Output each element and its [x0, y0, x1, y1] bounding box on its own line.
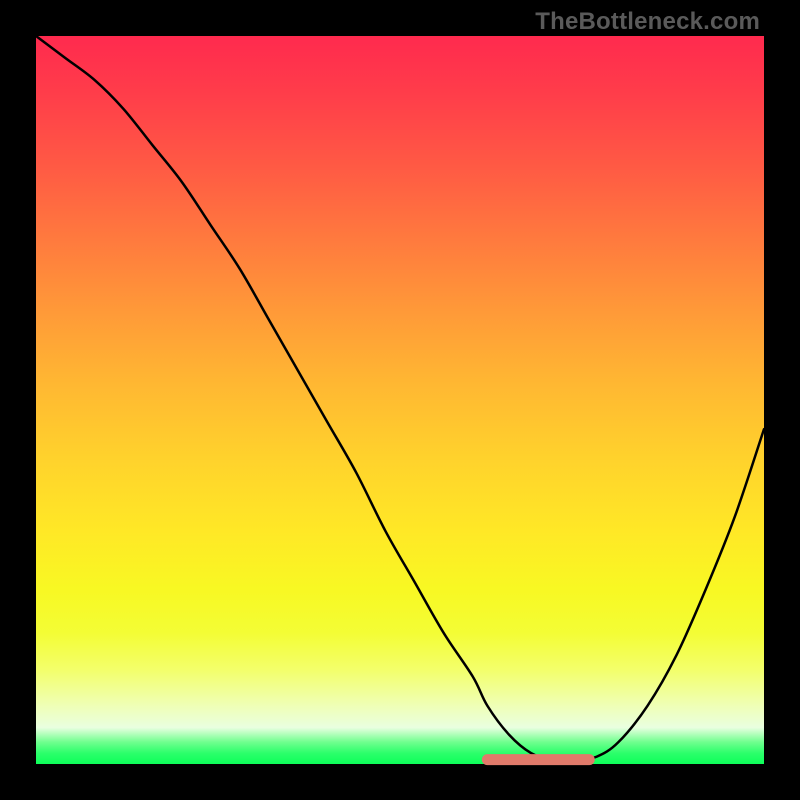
chart-container: TheBottleneck.com: [0, 0, 800, 800]
bottleneck-curve: [36, 36, 764, 761]
chart-svg: [36, 36, 764, 764]
watermark-text: TheBottleneck.com: [535, 8, 760, 36]
